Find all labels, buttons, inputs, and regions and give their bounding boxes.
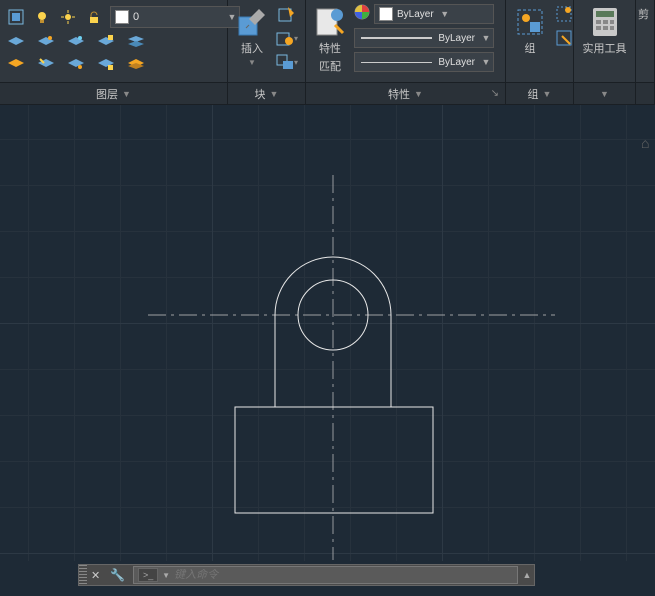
insert-block-icon	[236, 6, 268, 38]
layer-tool-2-icon[interactable]	[36, 34, 56, 50]
layer-tool-6-icon[interactable]	[6, 56, 26, 72]
block-attribute-button[interactable]: ▾	[276, 28, 298, 48]
match-label-1: 特性	[319, 40, 341, 56]
sun-icon[interactable]	[58, 9, 78, 25]
bulb-on-icon[interactable]	[32, 9, 52, 25]
block-define-button[interactable]: ▾	[276, 52, 298, 72]
chevron-down-icon: ▼	[600, 89, 609, 99]
chevron-down-icon: ▼	[479, 57, 493, 67]
nav-home-icon[interactable]: ⌂	[641, 135, 651, 145]
group-edit-button[interactable]	[554, 28, 576, 48]
layer-tool-3-icon[interactable]	[66, 34, 86, 50]
cad-drawing	[0, 105, 655, 561]
command-line: ✕ 🔧 >_ ▼ ▲	[78, 564, 535, 586]
layer-dropdown[interactable]: 0 ▼	[110, 6, 240, 28]
color-dropdown[interactable]: ByLayer ▼	[374, 4, 494, 24]
panel-title-utilities[interactable]: ▼	[574, 82, 635, 104]
color-wheel-icon[interactable]	[354, 4, 372, 26]
panel-title-properties[interactable]: 特性 ▼ ↘	[306, 82, 505, 104]
block-edit-button[interactable]	[276, 4, 298, 24]
chevron-down-icon: ▼	[414, 89, 423, 99]
lineweight-value: ByLayer	[438, 33, 475, 44]
panel-title-label: 图层	[96, 86, 118, 102]
group-button[interactable]: 组	[512, 4, 548, 58]
chevron-up-icon[interactable]: ▲	[520, 570, 534, 580]
lock-open-icon[interactable]	[84, 9, 104, 25]
group-label: 组	[525, 40, 536, 56]
chevron-down-icon: ▼	[543, 89, 552, 99]
layer-tool-8-icon[interactable]	[66, 56, 86, 72]
chevron-down-icon: ▼	[438, 9, 452, 19]
layer-state-icon[interactable]	[6, 9, 26, 25]
current-layer-name: 0	[133, 11, 225, 23]
layer-tool-1-icon[interactable]	[6, 34, 26, 50]
insert-label: 插入	[241, 40, 263, 56]
color-value: ByLayer	[397, 9, 434, 20]
layer-tool-9-icon[interactable]	[96, 56, 116, 72]
panel-title-label: 组	[528, 86, 539, 102]
layer-tool-4-icon[interactable]	[96, 34, 116, 50]
chevron-down-icon: ▼	[122, 89, 131, 99]
command-prompt-icon: >_	[138, 568, 158, 582]
chevron-down-icon: ▼	[270, 89, 279, 99]
match-properties-button[interactable]: 特性 匹配	[312, 4, 348, 76]
calculator-icon	[589, 6, 621, 38]
chevron-down-icon: ▼	[248, 58, 256, 67]
panel-title-label: 块	[255, 86, 266, 102]
lineweight-dropdown[interactable]: ByLayer ▼	[354, 28, 494, 48]
panel-title-groups[interactable]: 组 ▼	[506, 82, 573, 104]
layer-tool-5-icon[interactable]	[126, 34, 146, 50]
utilities-button[interactable]: 实用工具	[581, 4, 629, 58]
match-properties-icon	[314, 6, 346, 38]
panel-title-label: 特性	[388, 86, 410, 102]
layer-tool-10-icon[interactable]	[126, 56, 146, 72]
ungroup-button[interactable]	[554, 4, 576, 24]
panel-title-clipboard[interactable]	[636, 82, 654, 104]
clipboard-label: 剪	[638, 6, 649, 22]
color-swatch	[379, 7, 393, 21]
linetype-dropdown[interactable]: ByLayer ▼	[354, 52, 494, 72]
linetype-value: ByLayer	[438, 57, 475, 68]
match-label-2: 匹配	[319, 58, 341, 74]
chevron-down-icon[interactable]: ▼	[162, 571, 170, 580]
drawing-canvas[interactable]: ⌂	[0, 105, 655, 561]
dialog-launcher-icon[interactable]: ↘	[491, 88, 499, 99]
drag-handle-icon[interactable]	[79, 565, 87, 585]
command-input[interactable]	[174, 569, 517, 581]
layer-tool-7-icon[interactable]	[36, 56, 56, 72]
chevron-down-icon: ▼	[479, 33, 493, 43]
close-icon[interactable]: ✕	[87, 569, 104, 582]
group-icon	[514, 6, 546, 38]
layer-color-swatch	[115, 10, 129, 24]
utilities-label: 实用工具	[583, 40, 627, 56]
panel-title-blocks[interactable]: 块 ▼	[228, 82, 305, 104]
wrench-icon[interactable]: 🔧	[104, 568, 131, 582]
panel-title-layers[interactable]: 图层 ▼	[0, 82, 227, 104]
insert-button[interactable]: 插入 ▼	[234, 4, 270, 69]
